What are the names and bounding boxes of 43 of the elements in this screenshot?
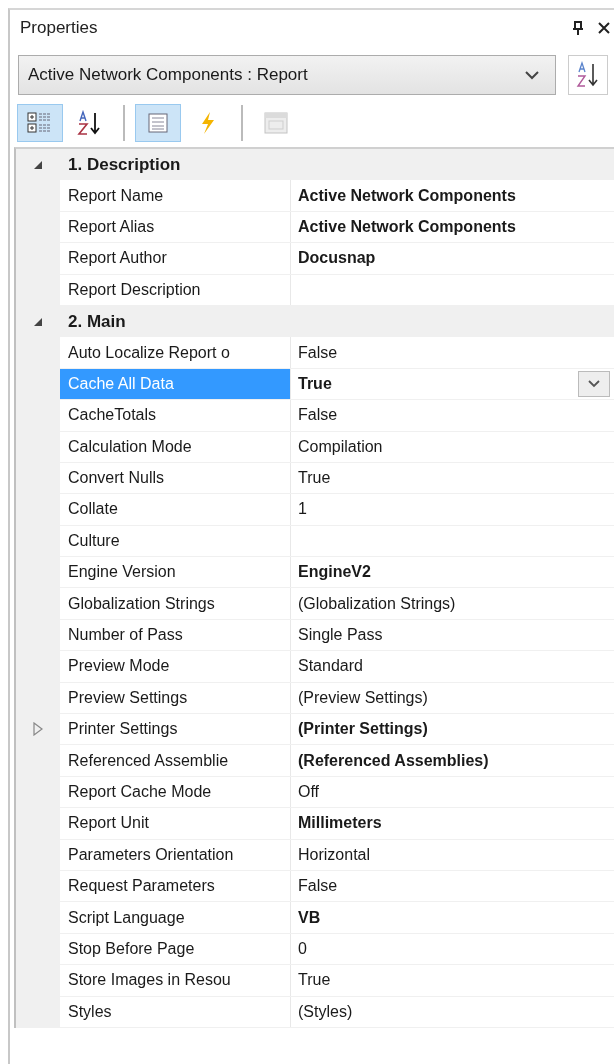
property-value: Active Network Components xyxy=(298,217,516,236)
property-value: (Styles) xyxy=(298,1002,353,1021)
property-value: (Referenced Assemblies) xyxy=(298,751,489,770)
property-value: 1 xyxy=(298,500,307,519)
collapse-icon[interactable] xyxy=(33,316,43,327)
property-value: False xyxy=(298,343,338,362)
caret-icon xyxy=(525,70,539,80)
property-value: True xyxy=(298,374,332,393)
property-value: Standard xyxy=(298,657,363,676)
property-value: (Printer Settings) xyxy=(298,720,428,739)
caret-icon xyxy=(588,379,600,388)
property-value: Active Network Components xyxy=(298,186,516,205)
property-value: (Globalization Strings) xyxy=(298,594,456,613)
property-value: Off xyxy=(298,783,320,801)
dropdown-button[interactable] xyxy=(578,370,610,397)
property-value: Millimeters xyxy=(298,814,382,833)
sort-icon xyxy=(77,110,103,136)
property-value: VB xyxy=(298,908,321,927)
property-value: Single Pass xyxy=(298,626,383,645)
expand-icon[interactable] xyxy=(33,722,43,737)
property-value: Compilation xyxy=(298,437,383,456)
object-selector[interactable]: Active Network Components : Report xyxy=(18,55,556,95)
property-value: 0 xyxy=(298,939,307,958)
category-name: 1. Description xyxy=(67,153,181,176)
sort-icon xyxy=(575,61,601,89)
property-value: Horizontal xyxy=(298,845,371,864)
close-icon[interactable] xyxy=(598,22,610,34)
property-value: False xyxy=(298,406,338,425)
sort-button[interactable] xyxy=(568,55,608,95)
property-value: EngineV2 xyxy=(298,563,371,582)
property-value: True xyxy=(298,971,331,990)
collapse-icon[interactable] xyxy=(33,159,43,170)
property-value: Docusnap xyxy=(298,249,376,268)
window-icon xyxy=(263,111,289,135)
pin-icon[interactable] xyxy=(572,21,584,35)
property-value: (Preview Settings) xyxy=(298,688,428,707)
lightning-icon xyxy=(199,111,217,135)
categorized-list-icon xyxy=(27,111,53,135)
property-value: False xyxy=(298,877,338,896)
panel-title: Properties xyxy=(20,18,98,38)
property-value: True xyxy=(298,469,331,488)
list-icon xyxy=(147,112,169,134)
category-name: 2. Main xyxy=(67,310,126,333)
